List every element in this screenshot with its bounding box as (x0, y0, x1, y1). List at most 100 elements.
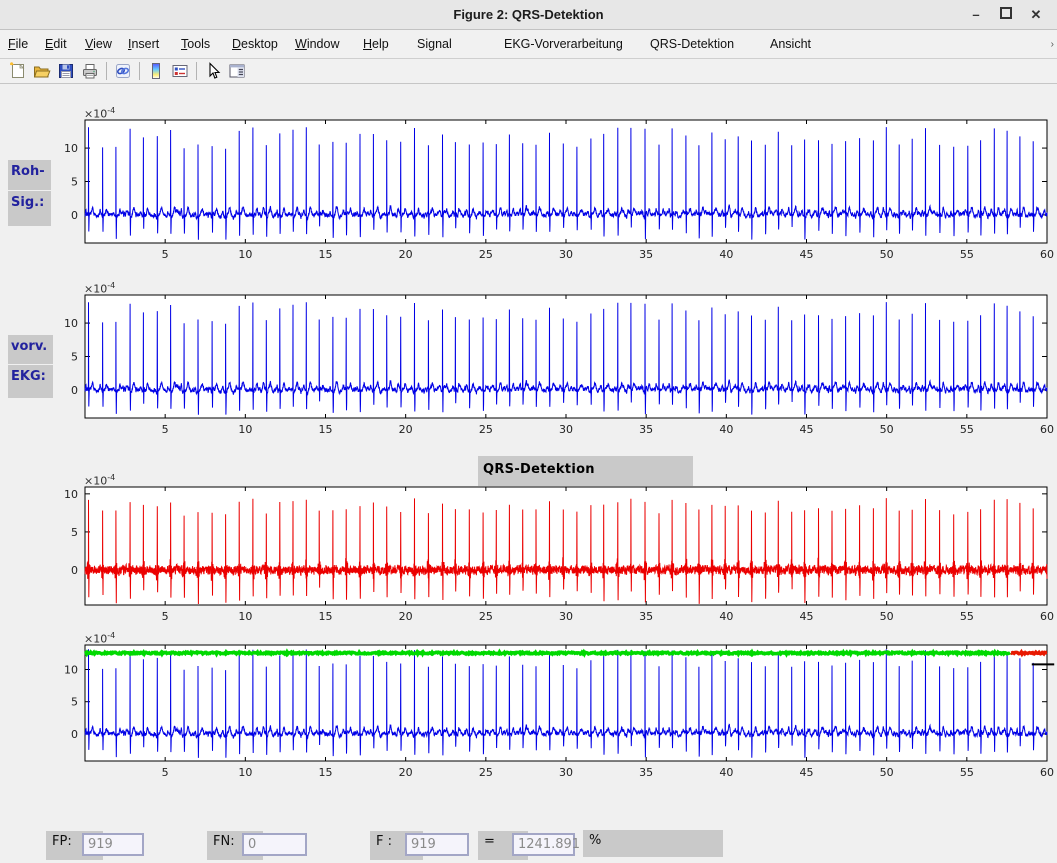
svg-text:5: 5 (71, 351, 78, 364)
menu-item-insert[interactable]: Insert (128, 37, 159, 51)
qrs-detection-plot[interactable]: 510152025303540455055600510 (55, 471, 1057, 623)
svg-text:10: 10 (64, 142, 78, 155)
svg-text:35: 35 (639, 248, 653, 261)
svg-text:0: 0 (71, 728, 78, 741)
svg-text:35: 35 (639, 766, 653, 779)
window-controls: – ✕ (961, 0, 1051, 29)
menu-item-signal[interactable]: Signal (417, 37, 452, 51)
svg-text:35: 35 (639, 610, 653, 623)
svg-text:40: 40 (719, 248, 733, 261)
svg-text:25: 25 (479, 766, 493, 779)
roh-label-chip: Roh- (8, 160, 51, 190)
save-figure-icon[interactable] (54, 60, 78, 82)
svg-text:25: 25 (479, 423, 493, 436)
menu-item-qrs-detektion[interactable]: QRS-Detektion (650, 37, 734, 51)
svg-text:45: 45 (800, 766, 814, 779)
menu-bar: › File Edit View Insert Tools Desktop Window He… (0, 30, 1057, 59)
preprocessed-ecg-plot[interactable]: 5 10 15 20 25 30 35 40 45 50 55 60 0 5 10 (55, 279, 1057, 436)
svg-text:5: 5 (162, 248, 169, 261)
raw-ecg-plot[interactable]: 510152025303540455055600510 (55, 104, 1057, 261)
svg-text:5: 5 (162, 766, 169, 779)
svg-text:30: 30 (559, 423, 573, 436)
menu-item-tools[interactable]: Tools (181, 37, 210, 51)
close-button[interactable]: ✕ (1021, 7, 1051, 23)
svg-text:45: 45 (800, 423, 814, 436)
svg-text:60: 60 (1040, 610, 1054, 623)
svg-text:25: 25 (479, 248, 493, 261)
svg-text:40: 40 (719, 423, 733, 436)
svg-text:20: 20 (399, 766, 413, 779)
svg-text:30: 30 (559, 766, 573, 779)
svg-text:20: 20 (399, 610, 413, 623)
toolbar-separator (139, 62, 140, 80)
svg-text:10: 10 (238, 766, 252, 779)
menu-item-ekg-vorverarbeitung[interactable]: EKG-Vorverarbeitung (504, 37, 623, 51)
svg-text:50: 50 (880, 423, 894, 436)
toolbar (0, 59, 1057, 84)
maximize-button[interactable] (991, 7, 1021, 22)
link-plot-icon[interactable] (111, 60, 135, 82)
menu-item-view[interactable]: View (85, 37, 112, 51)
ratio-field[interactable]: 1241.891 (512, 833, 575, 856)
insert-legend-icon[interactable] (168, 60, 192, 82)
svg-text:55: 55 (960, 610, 974, 623)
minimize-button[interactable]: – (961, 7, 991, 22)
svg-text:40: 40 (719, 766, 733, 779)
edit-plot-icon[interactable] (201, 60, 225, 82)
svg-text:55: 55 (960, 248, 974, 261)
svg-text:5: 5 (162, 610, 169, 623)
title-bar: Figure 2: QRS-Detektion – ✕ (0, 0, 1057, 30)
svg-text:0: 0 (71, 209, 78, 222)
menu-overflow-icon[interactable]: › (1051, 39, 1054, 50)
svg-text:60: 60 (1040, 248, 1054, 261)
insert-colorbar-icon[interactable] (144, 60, 168, 82)
menu-item-file[interactable]: File (8, 37, 28, 51)
svg-text:10: 10 (238, 248, 252, 261)
fp-field[interactable]: 919 (82, 833, 144, 856)
svg-text:0: 0 (71, 384, 78, 397)
svg-text:20: 20 (399, 423, 413, 436)
svg-text:60: 60 (1040, 423, 1054, 436)
svg-text:60: 60 (1040, 766, 1054, 779)
svg-text:5: 5 (71, 176, 78, 189)
toolbar-separator (106, 62, 107, 80)
svg-text:5: 5 (71, 696, 78, 709)
svg-text:50: 50 (880, 610, 894, 623)
svg-text:20: 20 (399, 248, 413, 261)
menu-item-edit[interactable]: Edit (45, 37, 67, 51)
svg-text:50: 50 (880, 766, 894, 779)
svg-text:10: 10 (64, 663, 78, 676)
sig-label-chip: Sig.: (8, 191, 51, 226)
detection-result-plot[interactable]: 510152025303540455055600510 (55, 629, 1057, 779)
open-file-icon[interactable] (30, 60, 54, 82)
window-title: Figure 2: QRS-Detektion (0, 7, 1057, 22)
maximize-icon (1000, 7, 1012, 19)
svg-text:5: 5 (162, 423, 169, 436)
svg-text:55: 55 (960, 766, 974, 779)
show-plot-tools-icon[interactable] (225, 60, 249, 82)
ekg-label-chip: EKG: (8, 365, 53, 398)
svg-text:55: 55 (960, 423, 974, 436)
f-field[interactable]: 919 (405, 833, 469, 856)
fn-field[interactable]: 0 (242, 833, 307, 856)
svg-text:15: 15 (319, 248, 333, 261)
figure-canvas: Roh- Sig.: vorv. EKG: ×10-4 ×10-4 ×10-4 … (0, 85, 1057, 863)
svg-text:50: 50 (880, 248, 894, 261)
svg-text:45: 45 (800, 248, 814, 261)
svg-text:25: 25 (479, 610, 493, 623)
vorv-label-chip: vorv. (8, 335, 53, 364)
percent-label: % (583, 830, 723, 857)
toolbar-separator (196, 62, 197, 80)
menu-item-help[interactable]: Help (363, 37, 389, 51)
svg-text:35: 35 (639, 423, 653, 436)
svg-text:10: 10 (64, 317, 78, 330)
print-figure-icon[interactable] (78, 60, 102, 82)
svg-text:0: 0 (71, 564, 78, 577)
menu-item-ansicht[interactable]: Ansicht (770, 37, 811, 51)
svg-text:15: 15 (319, 423, 333, 436)
menu-item-desktop[interactable]: Desktop (232, 37, 278, 51)
svg-text:15: 15 (319, 610, 333, 623)
svg-text:10: 10 (238, 423, 252, 436)
menu-item-window[interactable]: Window (295, 37, 339, 51)
new-figure-icon[interactable] (6, 60, 30, 82)
